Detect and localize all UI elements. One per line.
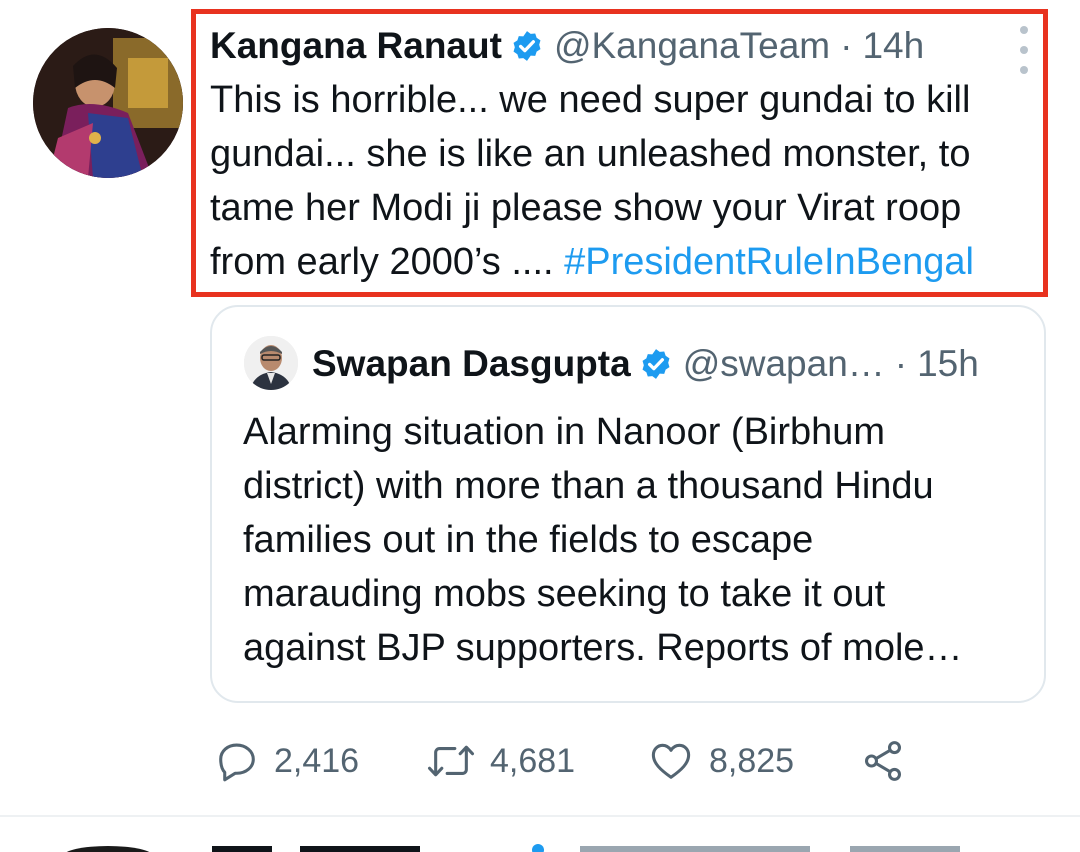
retweet-icon (427, 745, 474, 777)
quoted-text-line: Alarming situation in Nanoor (Birbhum (243, 411, 886, 453)
reply-icon (219, 743, 255, 782)
quoted-text-line: against BJP supporters. Reports of mole… (243, 627, 963, 669)
like-button[interactable]: 8,825 (647, 738, 860, 784)
share-button[interactable] (860, 738, 906, 784)
tweet-header: Kangana Ranaut @KanganaTeam · 14h (210, 20, 1050, 72)
tweet-text-line: This is horrible... we need super gundai… (210, 79, 971, 121)
tweet-text: This is horrible... we need super gundai… (210, 73, 1040, 289)
tweet-timestamp[interactable]: 14h (862, 25, 924, 67)
next-tweet-peek (0, 836, 1080, 852)
quoted-author-name: Swapan Dasgupta (312, 343, 631, 384)
separator-dot: · (894, 343, 908, 384)
author-handle[interactable]: @KanganaTeam (554, 25, 830, 67)
tweet-text-fragment: from early 2000’s .... (210, 241, 565, 283)
quoted-text-line: district) with more than a thousand Hind… (243, 465, 934, 507)
quoted-author-avatar (244, 336, 298, 390)
author-avatar[interactable] (33, 28, 183, 178)
quoted-author-handle: @swapan… (682, 343, 885, 384)
quoted-text-line: families out in the fields to escape (243, 519, 814, 561)
avatar-photo (33, 28, 183, 178)
quoted-tweet-header: Swapan Dasgupta @swapan… · 15h (312, 336, 1032, 392)
verified-badge-icon (639, 347, 673, 381)
tweet-text-line: gundai... she is like an unleashed monst… (210, 133, 971, 175)
share-icon (864, 741, 902, 781)
like-count: 8,825 (709, 741, 795, 780)
quoted-tweet-timestamp: 15h (917, 343, 979, 384)
author-name[interactable]: Kangana Ranaut (210, 25, 502, 67)
tweet-text-line: tame her Modi ji please show your Virat … (210, 187, 962, 229)
quoted-avatar-photo (244, 336, 298, 390)
heart-icon (651, 743, 691, 779)
tweet-action-bar: 2,416 4,681 8,825 (214, 735, 974, 787)
retweet-count: 4,681 (490, 741, 576, 780)
more-vertical-icon[interactable] (1012, 26, 1036, 74)
reply-count: 2,416 (274, 741, 360, 780)
quoted-text-line: marauding mobs seeking to take it out (243, 573, 886, 615)
reply-button[interactable]: 2,416 (214, 738, 426, 784)
quoted-tweet-text: Alarming situation in Nanoor (Birbhum di… (243, 405, 1033, 675)
tweet-divider (0, 815, 1080, 817)
separator-dot: · (840, 25, 853, 66)
retweet-button[interactable]: 4,681 (426, 738, 647, 784)
tweet-text-line-last: from early 2000’s .... #PresidentRuleInB… (210, 235, 1040, 289)
hashtag-link[interactable]: #PresidentRuleInBengal (564, 241, 974, 283)
verified-badge-icon (510, 29, 544, 63)
